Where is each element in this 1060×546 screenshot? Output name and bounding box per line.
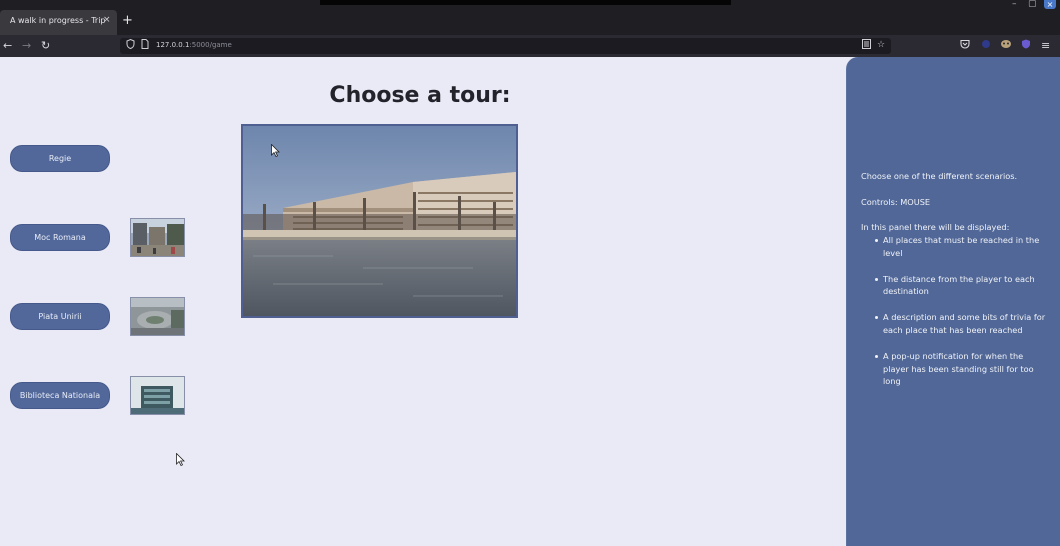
maximize-icon[interactable]: ▢ bbox=[1028, 0, 1037, 9]
tour-button-moc-romana[interactable]: Moc Romana bbox=[10, 224, 110, 251]
tour-thumbnail-moc-romana[interactable] bbox=[130, 218, 185, 257]
panel-list-title: In this panel there will be displayed: bbox=[861, 222, 1010, 232]
panel-intro: Choose one of the different scenarios. bbox=[861, 171, 1018, 181]
page-title: Choose a tour: bbox=[329, 83, 511, 108]
browser-tab[interactable]: A walk in progress - Trip × bbox=[0, 10, 117, 35]
shield-icon[interactable] bbox=[126, 38, 135, 54]
new-tab-icon[interactable]: + bbox=[122, 14, 133, 28]
panel-list-item: A pop-up notification for when the playe… bbox=[861, 350, 1051, 388]
library-building-image bbox=[131, 377, 184, 414]
extension-icon[interactable] bbox=[1021, 39, 1031, 53]
browser-nav-bar: ← → ↻ 127.0.0.1:5000/game ☆ ≡ bbox=[0, 35, 1060, 57]
panel-list: All places that must be reached in the l… bbox=[861, 234, 1051, 401]
arrow-right-icon[interactable]: → bbox=[22, 39, 31, 53]
page-icon[interactable] bbox=[141, 39, 149, 54]
mouse-cursor-icon bbox=[176, 453, 185, 466]
panel-list-item: The distance from the player to each des… bbox=[861, 273, 1051, 299]
tab-close-icon[interactable]: × bbox=[103, 15, 111, 25]
window-close-icon[interactable]: × bbox=[1044, 0, 1056, 9]
reader-view-icon[interactable] bbox=[862, 39, 871, 54]
tab-title: A walk in progress - Trip bbox=[10, 16, 106, 25]
extension-icon[interactable] bbox=[981, 39, 991, 53]
tour-thumbnail-piata-unirii[interactable] bbox=[130, 297, 185, 336]
tour-button-piata-unirii[interactable]: Piata Unirii bbox=[10, 303, 110, 330]
street-scene-image bbox=[131, 219, 184, 256]
info-panel: Choose one of the different scenarios. C… bbox=[846, 57, 1060, 546]
arrow-left-icon[interactable]: ← bbox=[3, 39, 12, 53]
hamburger-menu-icon[interactable]: ≡ bbox=[1041, 39, 1050, 53]
square-aerial-image bbox=[131, 298, 184, 335]
url-text[interactable]: 127.0.0.1:5000/game bbox=[156, 41, 232, 49]
tour-preview-image[interactable] bbox=[241, 124, 518, 318]
minimize-icon[interactable]: – bbox=[1012, 0, 1017, 9]
mouse-cursor-icon bbox=[271, 144, 280, 157]
star-icon[interactable]: ☆ bbox=[877, 39, 885, 52]
browser-tab-bar: A walk in progress - Trip × + – ▢ × bbox=[0, 0, 1060, 35]
extension-icon[interactable] bbox=[1000, 39, 1012, 53]
reload-icon[interactable]: ↻ bbox=[41, 39, 50, 53]
top-strip bbox=[320, 0, 731, 5]
panel-list-item: All places that must be reached in the l… bbox=[861, 234, 1051, 260]
tour-thumbnail-biblioteca-nationala[interactable] bbox=[130, 376, 185, 415]
pocket-icon[interactable] bbox=[960, 39, 970, 53]
tour-button-regie[interactable]: Regie bbox=[10, 145, 110, 172]
url-bar[interactable]: 127.0.0.1:5000/game ☆ bbox=[120, 38, 891, 54]
riverside-buildings-image bbox=[243, 126, 516, 316]
tour-button-biblioteca-nationala[interactable]: Biblioteca Nationala bbox=[10, 382, 110, 409]
panel-list-item: A description and some bits of trivia fo… bbox=[861, 311, 1051, 337]
panel-controls: Controls: MOUSE bbox=[861, 197, 931, 207]
